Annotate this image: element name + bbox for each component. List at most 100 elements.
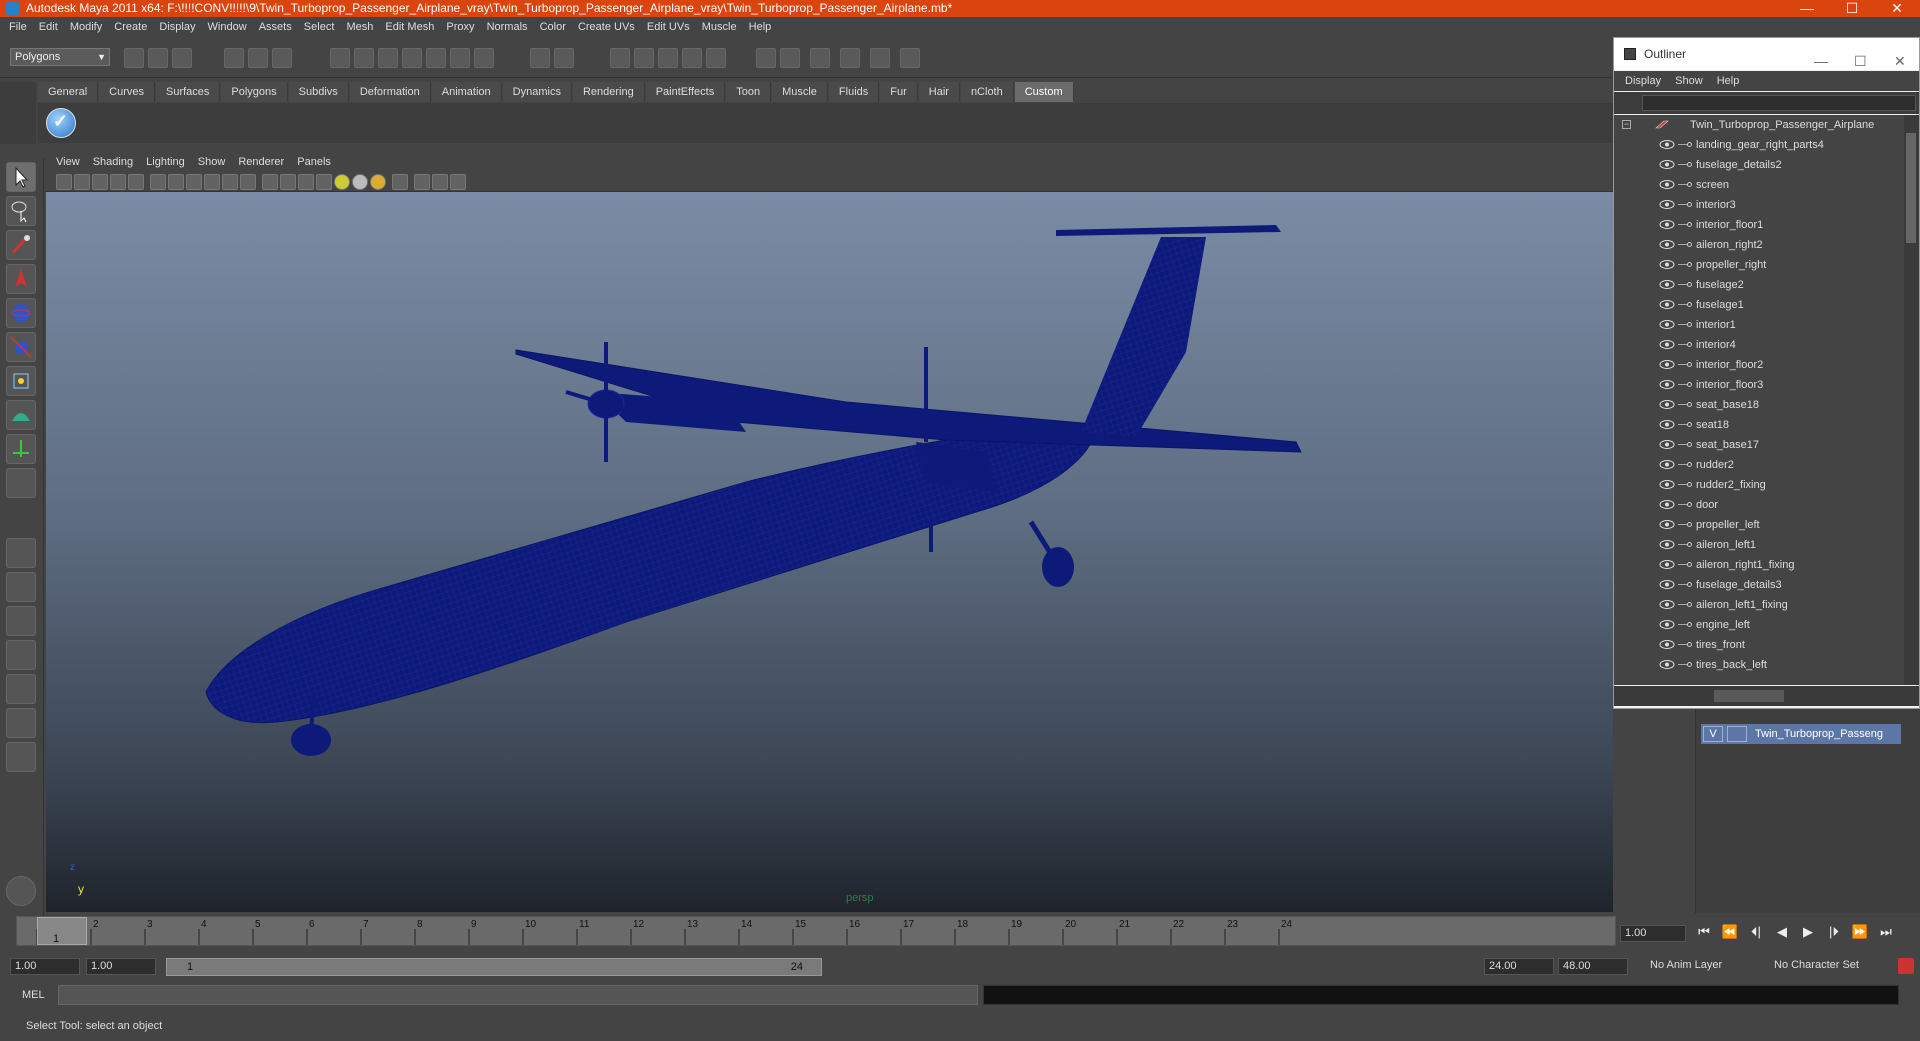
playback-start-field[interactable]: 1.00 — [86, 958, 156, 975]
panel-menu-show[interactable]: Show — [198, 156, 226, 168]
tab-dynamics[interactable]: Dynamics — [502, 82, 572, 102]
layout-four-icon[interactable] — [6, 572, 36, 602]
tab-painteffects[interactable]: PaintEffects — [645, 82, 726, 102]
snap-point-icon[interactable] — [378, 48, 398, 68]
render-current-icon[interactable] — [610, 48, 630, 68]
layer-editor-toggle-icon[interactable] — [840, 48, 860, 68]
tab-curves[interactable]: Curves — [99, 82, 155, 102]
layer-visibility-toggle[interactable]: V — [1703, 726, 1723, 742]
maximize-button[interactable]: ☐ — [1829, 0, 1875, 17]
camera-attributes-icon[interactable] — [74, 174, 90, 190]
outliner-root-row[interactable]: − Twin_Turboprop_Passenger_Airplane — [1614, 115, 1904, 135]
outliner-item[interactable]: rudder2 — [1614, 455, 1904, 475]
tab-surfaces[interactable]: Surfaces — [155, 82, 221, 102]
playback-end-field[interactable]: 24.00 — [1484, 958, 1554, 975]
camera-select-icon[interactable] — [56, 174, 72, 190]
outliner-item[interactable]: seat_base17 — [1614, 435, 1904, 455]
panel-menu-renderer[interactable]: Renderer — [238, 156, 284, 168]
gate-mask-icon[interactable] — [204, 174, 220, 190]
wireframe-on-shaded-icon[interactable] — [298, 174, 314, 190]
outliner-item[interactable]: seat_base18 — [1614, 395, 1904, 415]
tab-ncloth[interactable]: nCloth — [960, 82, 1014, 102]
menu-modify[interactable]: Modify — [70, 21, 102, 33]
tab-fluids[interactable]: Fluids — [828, 82, 880, 102]
bookmark-icon[interactable] — [92, 174, 108, 190]
help-icon[interactable] — [474, 48, 494, 68]
menu-normals[interactable]: Normals — [487, 21, 528, 33]
new-scene-icon[interactable] — [124, 48, 144, 68]
menu-create-uvs[interactable]: Create UVs — [578, 21, 635, 33]
panel-menu-lighting[interactable]: Lighting — [146, 156, 185, 168]
menu-muscle[interactable]: Muscle — [702, 21, 737, 33]
perspective-viewport[interactable]: z y persp — [46, 192, 1613, 912]
scale-tool-icon[interactable] — [6, 332, 36, 362]
outliner-item[interactable]: engine_left — [1614, 615, 1904, 635]
menu-select[interactable]: Select — [304, 21, 335, 33]
menu-edit[interactable]: Edit — [39, 21, 58, 33]
time-slider[interactable]: 123456789101112131415161718192021222324 … — [16, 916, 1616, 946]
tab-animation[interactable]: Animation — [431, 82, 502, 102]
tab-muscle[interactable]: Muscle — [772, 82, 828, 102]
input-lock-icon[interactable] — [530, 48, 550, 68]
two-d-pan-icon[interactable] — [128, 174, 144, 190]
tab-general[interactable]: General — [38, 82, 99, 102]
step-forward-frame-icon[interactable]: |⏵ — [1823, 924, 1845, 940]
resolution-gate-icon[interactable] — [186, 174, 202, 190]
checkmark-icon[interactable]: ✓ — [46, 108, 76, 138]
step-back-key-icon[interactable]: ⏪ — [1719, 924, 1741, 940]
layout-single-icon[interactable] — [6, 538, 36, 568]
play-backward-icon[interactable]: ◀ — [1771, 924, 1793, 940]
outliner-menu-display[interactable]: Display — [1625, 75, 1661, 87]
close-button[interactable]: ✕ — [1874, 0, 1920, 17]
attribute-editor-toggle-icon[interactable] — [780, 48, 800, 68]
menu-color[interactable]: Color — [540, 21, 566, 33]
outliner-item[interactable]: propeller_right — [1614, 255, 1904, 275]
outliner-scroll-thumb[interactable] — [1906, 133, 1916, 243]
tab-polygons[interactable]: Polygons — [221, 82, 288, 102]
outliner-item[interactable]: tires_back_left — [1614, 655, 1904, 675]
outliner-item[interactable]: door — [1614, 495, 1904, 515]
tab-hair[interactable]: Hair — [918, 82, 960, 102]
history-icon[interactable] — [450, 48, 470, 68]
snap-curve-icon[interactable] — [354, 48, 374, 68]
layout-hypershade-icon[interactable] — [6, 674, 36, 704]
construction-history-icon[interactable] — [554, 48, 574, 68]
outliner-item[interactable]: aileron_right2 — [1614, 235, 1904, 255]
outliner-item[interactable]: fuselage_details2 — [1614, 155, 1904, 175]
high-quality-icon[interactable] — [370, 174, 386, 190]
field-chart-icon[interactable] — [222, 174, 238, 190]
character-set-dropdown[interactable]: No Character Set — [1774, 958, 1884, 975]
xray-joints-icon[interactable] — [432, 174, 448, 190]
sidebar-toggle-icon[interactable] — [870, 48, 890, 68]
current-frame-marker[interactable]: 1 — [37, 917, 87, 945]
go-to-end-icon[interactable]: ⏭ — [1875, 924, 1897, 940]
panel-menu-panels[interactable]: Panels — [297, 156, 331, 168]
hypershade-icon[interactable] — [682, 48, 702, 68]
outliner-item[interactable]: interior_floor3 — [1614, 375, 1904, 395]
collapse-icon[interactable]: − — [1622, 120, 1631, 129]
outliner-item[interactable]: propeller_left — [1614, 515, 1904, 535]
display-layer-row[interactable]: V Twin_Turboprop_Passeng — [1701, 724, 1901, 744]
isolate-select-icon[interactable] — [392, 174, 408, 190]
render-view-icon[interactable] — [706, 48, 726, 68]
manipulator-tool-icon[interactable] — [6, 366, 36, 396]
outliner-item[interactable]: aileron_left1_fixing — [1614, 595, 1904, 615]
xray-components-icon[interactable] — [450, 174, 466, 190]
menu-display[interactable]: Display — [159, 21, 195, 33]
outliner-filter-input[interactable] — [1642, 95, 1916, 111]
outliner-item[interactable]: fuselage_details3 — [1614, 575, 1904, 595]
menu-window[interactable]: Window — [208, 21, 247, 33]
mel-label[interactable]: MEL — [22, 989, 45, 1001]
image-plane-icon[interactable] — [110, 174, 126, 190]
panel-menu-view[interactable]: View — [56, 156, 80, 168]
outliner-item[interactable]: rudder2_fixing — [1614, 475, 1904, 495]
layout-custom-icon[interactable] — [6, 708, 36, 738]
grid-icon[interactable] — [150, 174, 166, 190]
wireframe-icon[interactable] — [262, 174, 278, 190]
current-time-field[interactable]: 1.00 — [1620, 925, 1686, 942]
show-manipulator-icon[interactable] — [6, 434, 36, 464]
tab-subdivs[interactable]: Subdivs — [288, 82, 349, 102]
animation-start-field[interactable]: 1.00 — [10, 958, 80, 975]
select-hierarchy-icon[interactable] — [224, 48, 244, 68]
layout-menu-icon[interactable] — [6, 742, 36, 772]
